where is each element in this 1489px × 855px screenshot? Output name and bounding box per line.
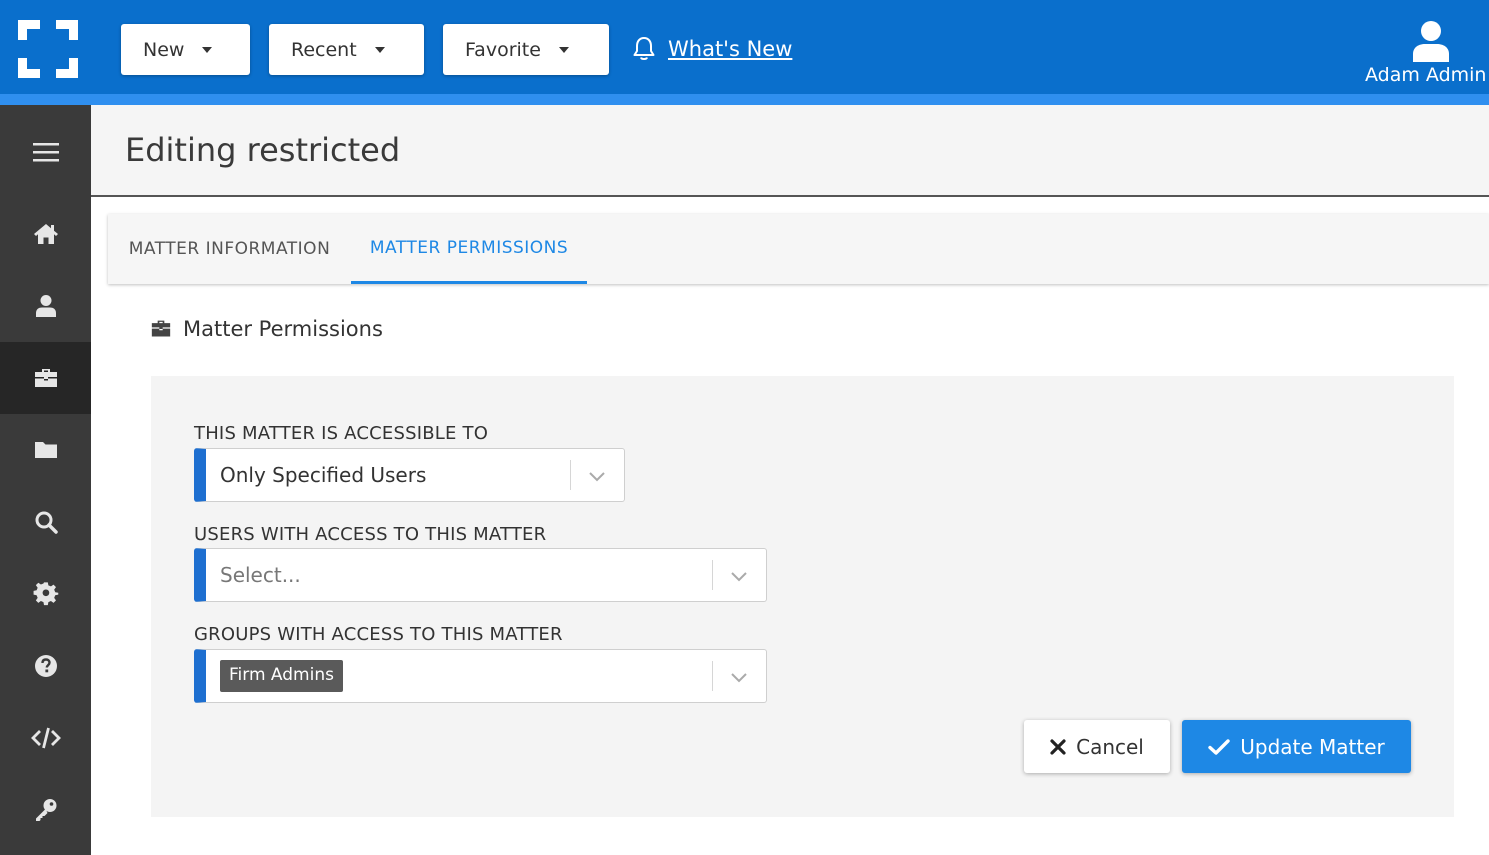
- groups-access-select[interactable]: Firm Admins: [194, 649, 767, 703]
- top-bar: New Recent Favorite What's New Adam Admi…: [0, 0, 1489, 105]
- accessible-to-select[interactable]: Only Specified Users: [194, 448, 625, 502]
- update-matter-button[interactable]: Update Matter: [1182, 720, 1411, 773]
- users-access-label: USERS WITH ACCESS TO THIS MATTER: [194, 524, 547, 545]
- sidebar-item-documents[interactable]: [0, 414, 91, 486]
- new-button-label: New: [143, 38, 185, 61]
- accessible-to-label: THIS MATTER IS ACCESSIBLE TO: [194, 423, 489, 444]
- chevron-down-icon[interactable]: [729, 566, 749, 586]
- key-icon: [35, 799, 56, 821]
- sidebar-item-help[interactable]: [0, 630, 91, 702]
- home-icon: [33, 224, 58, 244]
- app-logo-icon[interactable]: [18, 20, 78, 78]
- user-name: Adam Admin: [1365, 64, 1487, 86]
- top-bar-accent: [0, 94, 1489, 105]
- users-access-select[interactable]: Select...: [194, 548, 767, 602]
- recent-dropdown-button[interactable]: Recent: [269, 24, 424, 75]
- sidebar-menu-toggle[interactable]: [0, 116, 91, 188]
- select-separator: [570, 460, 571, 490]
- favorite-dropdown-button[interactable]: Favorite: [443, 24, 609, 75]
- user-icon: [35, 295, 56, 317]
- code-icon: [30, 727, 61, 749]
- briefcase-icon: [34, 369, 57, 387]
- users-access-placeholder: Select...: [220, 563, 301, 587]
- accessible-to-value: Only Specified Users: [220, 463, 427, 487]
- user-avatar-icon: [1413, 21, 1449, 62]
- sidebar-item-home[interactable]: [0, 198, 91, 270]
- chevron-down-icon[interactable]: [587, 466, 607, 486]
- user-menu[interactable]: Adam Admin: [1365, 20, 1489, 90]
- tab-bar: MATTER INFORMATION MATTER PERMISSIONS: [108, 214, 1489, 284]
- section-title: Matter Permissions: [150, 314, 383, 344]
- favorite-button-label: Favorite: [465, 38, 541, 61]
- sidebar-item-security[interactable]: [0, 774, 91, 846]
- caret-down-icon: [374, 46, 385, 53]
- cancel-button-label: Cancel: [1076, 734, 1144, 759]
- tab-matter-information[interactable]: MATTER INFORMATION: [108, 214, 351, 284]
- close-icon: [1050, 738, 1066, 755]
- page-title: Editing restricted: [125, 131, 401, 169]
- sidebar-item-matters[interactable]: [0, 342, 91, 414]
- hamburger-menu-icon: [32, 143, 59, 162]
- update-matter-button-label: Update Matter: [1240, 734, 1385, 759]
- group-chip-firm-admins[interactable]: Firm Admins: [220, 660, 343, 692]
- folder-icon: [34, 442, 57, 458]
- groups-access-label: GROUPS WITH ACCESS TO THIS MATTER: [194, 624, 563, 645]
- select-separator: [712, 560, 713, 590]
- page-header: Editing restricted: [91, 105, 1489, 197]
- chevron-down-icon[interactable]: [729, 667, 749, 687]
- briefcase-icon: [151, 320, 171, 337]
- sidebar-item-settings[interactable]: [0, 558, 91, 630]
- caret-down-icon: [558, 46, 569, 53]
- new-dropdown-button[interactable]: New: [121, 24, 250, 75]
- sidebar: [0, 105, 91, 855]
- whats-new-label[interactable]: What's New: [668, 37, 792, 61]
- check-icon: [1208, 738, 1230, 755]
- sidebar-item-search[interactable]: [0, 486, 91, 558]
- whats-new-link[interactable]: What's New: [632, 34, 792, 64]
- caret-down-icon: [202, 46, 213, 53]
- sidebar-item-developer[interactable]: [0, 702, 91, 774]
- sidebar-item-users[interactable]: [0, 270, 91, 342]
- recent-button-label: Recent: [291, 38, 357, 61]
- bell-icon: [633, 37, 655, 60]
- cancel-button[interactable]: Cancel: [1024, 720, 1170, 773]
- section-title-label: Matter Permissions: [183, 317, 383, 341]
- gear-icon: [33, 582, 58, 606]
- select-separator: [712, 661, 713, 691]
- question-circle-icon: [34, 655, 57, 677]
- tab-matter-permissions[interactable]: MATTER PERMISSIONS: [351, 214, 587, 284]
- search-icon: [35, 511, 58, 534]
